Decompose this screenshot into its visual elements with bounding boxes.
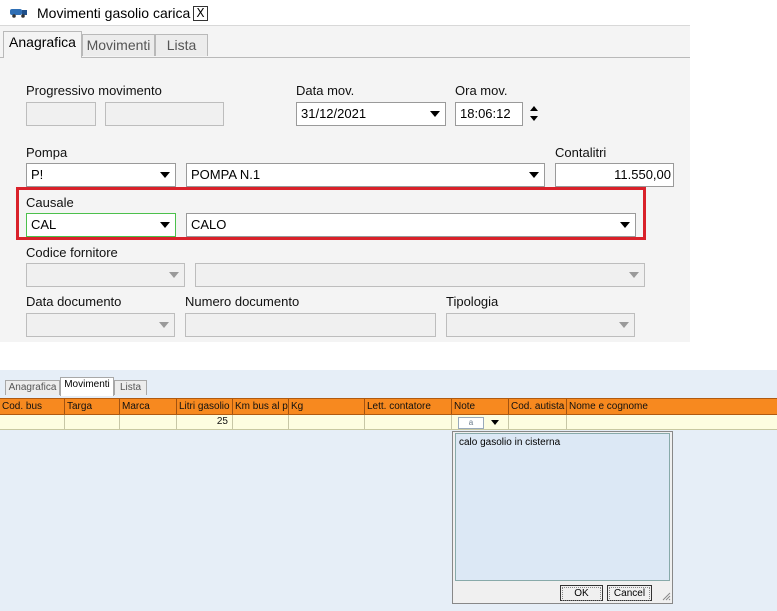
causale-label: Causale (26, 195, 74, 210)
data-mov-value: 31/12/2021 (301, 106, 367, 121)
causale-code-dropdown[interactable]: CAL (26, 213, 176, 237)
spin-down-icon[interactable] (530, 116, 538, 121)
ok-button[interactable]: OK (560, 585, 603, 601)
ora-mov-label: Ora mov. (455, 83, 508, 98)
cell-nome-cognome[interactable] (567, 415, 777, 429)
cell-targa[interactable] (65, 415, 120, 429)
chevron-down-icon[interactable] (491, 420, 499, 425)
column-header[interactable]: Note (452, 399, 509, 414)
bottom-tab-movimenti[interactable]: Movimenti (60, 377, 114, 396)
memo-textarea[interactable]: calo gasolio in cisterna (455, 433, 670, 581)
fuel-truck-icon (10, 9, 27, 18)
ok-button-label: OK (562, 587, 601, 601)
bottom-tab-anagrafica[interactable]: Anagrafica (5, 380, 60, 395)
progressivo-label: Progressivo movimento (26, 83, 162, 98)
cell-marca[interactable] (120, 415, 177, 429)
codice-fornitore-description-dropdown[interactable] (195, 263, 645, 287)
resize-grip-icon[interactable] (661, 591, 671, 601)
data-documento-dropdown[interactable] (26, 313, 175, 337)
chevron-down-icon (620, 222, 630, 228)
bottom-tab-lista[interactable]: Lista (114, 380, 147, 395)
tab-anagrafica[interactable]: Anagrafica (3, 31, 82, 58)
codice-fornitore-code-dropdown[interactable] (26, 263, 185, 287)
progressivo-field-2[interactable] (105, 102, 224, 126)
column-header[interactable]: Lett. contatore (365, 399, 452, 414)
chevron-down-icon (529, 172, 539, 178)
chevron-down-icon (160, 222, 170, 228)
numero-documento-label: Numero documento (185, 294, 300, 309)
pompa-label: Pompa (26, 145, 68, 160)
column-header[interactable]: Nome e cognome (567, 399, 777, 414)
column-header[interactable]: Targa (65, 399, 120, 414)
pompa-code-value: P! (31, 167, 44, 182)
causale-code-value: CAL (31, 217, 57, 232)
tab-movimenti[interactable]: Movimenti (82, 34, 155, 56)
cell-km-bus[interactable] (233, 415, 289, 429)
window-title-bar: Movimenti gasolio carica X (0, 0, 690, 26)
grid-header: Cod. bus Targa Marca Litri gasolio Km bu… (0, 398, 777, 415)
pompa-description-dropdown[interactable]: POMPA N.1 (186, 163, 545, 187)
chevron-down-icon (159, 322, 169, 328)
column-header[interactable]: Kg (289, 399, 365, 414)
cell-lett-contatore[interactable] (365, 415, 452, 429)
cell-cod-autista[interactable] (509, 415, 567, 429)
tipologia-dropdown[interactable] (446, 313, 635, 337)
spin-up-icon[interactable] (530, 106, 538, 111)
note-memo-dropdown[interactable]: a (453, 416, 508, 429)
cancel-button[interactable]: Cancel (607, 585, 652, 601)
chevron-down-icon (619, 322, 629, 328)
causale-description-value: CALO (191, 217, 227, 232)
contalitri-field[interactable]: 11.550,00 (555, 163, 674, 187)
data-mov-dropdown[interactable]: 31/12/2021 (296, 102, 446, 126)
cell-kg[interactable] (289, 415, 365, 429)
progressivo-field-1[interactable] (26, 102, 96, 126)
chevron-down-icon (169, 272, 179, 278)
table-row[interactable]: 25 (0, 415, 777, 430)
ora-mov-field[interactable]: 18:06:12 (455, 102, 523, 126)
tipologia-label: Tipologia (446, 294, 499, 309)
pompa-description-value: POMPA N.1 (191, 167, 261, 182)
close-button[interactable]: X (193, 6, 208, 21)
tab-lista[interactable]: Lista (155, 34, 208, 56)
chevron-down-icon (629, 272, 639, 278)
codice-fornitore-label: Codice fornitore (26, 245, 118, 260)
causale-description-dropdown[interactable]: CALO (186, 213, 636, 237)
column-header[interactable]: Marca (120, 399, 177, 414)
data-mov-label: Data mov. (296, 83, 355, 98)
chevron-down-icon (430, 111, 440, 117)
chevron-down-icon (160, 172, 170, 178)
data-documento-label: Data documento (26, 294, 122, 309)
pompa-code-dropdown[interactable]: P! (26, 163, 176, 187)
tab-divider (0, 57, 690, 58)
column-header[interactable]: Cod. bus (0, 399, 65, 414)
numero-documento-field[interactable] (185, 313, 436, 337)
ora-mov-spinner[interactable] (522, 102, 547, 126)
cancel-button-label: Cancel (609, 587, 650, 601)
window-title: Movimenti gasolio carica (37, 5, 191, 21)
column-header[interactable]: Km bus al pr (233, 399, 289, 414)
memo-indicator: a (458, 417, 484, 429)
column-header[interactable]: Cod. autista (509, 399, 567, 414)
contalitri-label: Contalitri (555, 145, 607, 160)
column-header[interactable]: Litri gasolio (177, 399, 233, 414)
cell-cod-bus[interactable] (0, 415, 65, 429)
cell-litri-gasolio[interactable]: 25 (177, 415, 233, 429)
